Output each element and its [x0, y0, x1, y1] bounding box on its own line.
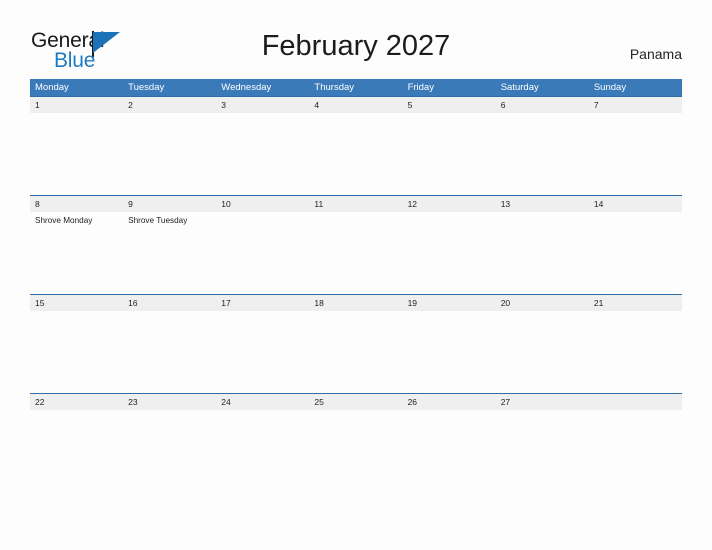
- calendar-page: General Blue February 2027 Panama Monday…: [0, 0, 712, 550]
- day-cell[interactable]: [403, 113, 496, 194]
- day-cell[interactable]: [403, 311, 496, 392]
- date-number[interactable]: 21: [589, 295, 682, 311]
- date-number[interactable]: 22: [30, 394, 123, 410]
- event-label: Shrove Monday: [35, 216, 93, 225]
- date-number[interactable]: 12: [403, 196, 496, 212]
- week-event-row: [30, 410, 682, 491]
- day-cell[interactable]: [496, 410, 589, 491]
- date-number[interactable]: 15: [30, 295, 123, 311]
- day-cell[interactable]: [496, 212, 589, 293]
- day-cell[interactable]: [216, 410, 309, 491]
- date-number[interactable]: 6: [496, 97, 589, 113]
- week-event-row: Shrove Monday Shrove Tuesday: [30, 212, 682, 293]
- day-of-week-header-row: Monday Tuesday Wednesday Thursday Friday…: [30, 79, 682, 96]
- date-number[interactable]: 24: [216, 394, 309, 410]
- date-number[interactable]: 17: [216, 295, 309, 311]
- date-number[interactable]: 10: [216, 196, 309, 212]
- date-number[interactable]: 4: [309, 97, 402, 113]
- day-cell[interactable]: [403, 410, 496, 491]
- day-header-saturday: Saturday: [500, 82, 539, 93]
- page-header: General Blue February 2027 Panama: [0, 0, 712, 76]
- date-number[interactable]: 11: [309, 196, 402, 212]
- date-number[interactable]: 20: [496, 295, 589, 311]
- date-number[interactable]: 1: [30, 97, 123, 113]
- day-header-monday: Monday: [35, 82, 69, 93]
- day-cell[interactable]: [30, 311, 123, 392]
- date-number-empty: [589, 394, 682, 410]
- day-cell[interactable]: [123, 311, 216, 392]
- day-cell[interactable]: [589, 113, 682, 194]
- day-header-thursday: Thursday: [314, 82, 355, 93]
- day-cell[interactable]: [309, 113, 402, 194]
- day-cell[interactable]: [309, 311, 402, 392]
- calendar-week-row: 22 23 24 25 26 27: [30, 393, 682, 492]
- week-event-row: [30, 311, 682, 392]
- day-cell[interactable]: [216, 311, 309, 392]
- day-header-tuesday: Tuesday: [128, 82, 165, 93]
- date-number[interactable]: 18: [309, 295, 402, 311]
- day-cell[interactable]: [496, 311, 589, 392]
- day-cell[interactable]: Shrove Tuesday: [123, 212, 216, 293]
- day-cell[interactable]: [123, 410, 216, 491]
- week-date-strip: 1 2 3 4 5 6 7: [30, 97, 682, 113]
- day-cell[interactable]: [589, 311, 682, 392]
- day-cell-empty: [589, 410, 682, 491]
- event-label: Shrove Tuesday: [128, 216, 188, 225]
- day-header-sunday: Sunday: [593, 82, 627, 93]
- day-header-wednesday: Wednesday: [221, 82, 272, 93]
- week-event-row: [30, 113, 682, 194]
- calendar-week-row: 8 9 10 11 12 13 14 Shrove Monday Shrove …: [30, 195, 682, 294]
- day-cell[interactable]: [216, 113, 309, 194]
- calendar-week-row: 15 16 17 18 19 20 21: [30, 294, 682, 393]
- week-date-strip: 15 16 17 18 19 20 21: [30, 295, 682, 311]
- date-number[interactable]: 2: [123, 97, 216, 113]
- page-title: February 2027: [261, 30, 451, 62]
- day-cell[interactable]: [123, 113, 216, 194]
- day-cell[interactable]: [30, 410, 123, 491]
- calendar-week-row: 1 2 3 4 5 6 7: [30, 96, 682, 195]
- date-number[interactable]: 5: [403, 97, 496, 113]
- country-label: Panama: [629, 46, 682, 62]
- date-number[interactable]: 23: [123, 394, 216, 410]
- day-cell[interactable]: [216, 212, 309, 293]
- week-date-strip: 8 9 10 11 12 13 14: [30, 196, 682, 212]
- calendar-grid: Monday Tuesday Wednesday Thursday Friday…: [30, 79, 682, 492]
- date-number[interactable]: 19: [403, 295, 496, 311]
- week-date-strip: 22 23 24 25 26 27: [30, 394, 682, 410]
- day-header-friday: Friday: [407, 82, 434, 93]
- date-number[interactable]: 16: [123, 295, 216, 311]
- day-cell[interactable]: [403, 212, 496, 293]
- date-number[interactable]: 27: [496, 394, 589, 410]
- day-cell[interactable]: [309, 410, 402, 491]
- date-number[interactable]: 3: [216, 97, 309, 113]
- date-number[interactable]: 8: [30, 196, 123, 212]
- date-number[interactable]: 26: [403, 394, 496, 410]
- day-cell[interactable]: Shrove Monday: [30, 212, 123, 293]
- date-number[interactable]: 14: [589, 196, 682, 212]
- day-cell[interactable]: [30, 113, 123, 194]
- day-cell[interactable]: [496, 113, 589, 194]
- date-number[interactable]: 13: [496, 196, 589, 212]
- date-number[interactable]: 25: [309, 394, 402, 410]
- date-number[interactable]: 7: [589, 97, 682, 113]
- day-cell[interactable]: [589, 212, 682, 293]
- day-cell[interactable]: [309, 212, 402, 293]
- date-number[interactable]: 9: [123, 196, 216, 212]
